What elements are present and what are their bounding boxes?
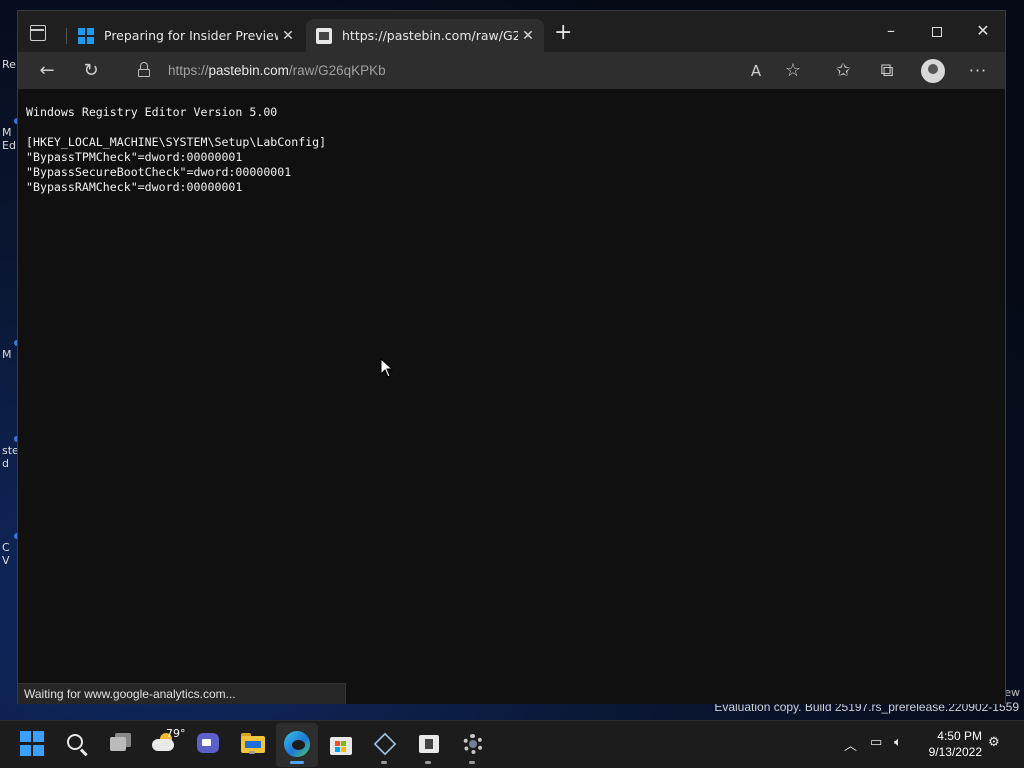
desktop-icon-label: Re	[2, 58, 16, 71]
profile-avatar-icon[interactable]	[921, 59, 945, 83]
chevron-up-icon[interactable]: ︿	[844, 735, 857, 754]
back-arrow-icon[interactable]: ←	[35, 59, 59, 83]
page-content: Windows Registry Editor Version 5.00 [HK…	[18, 91, 1005, 704]
tab-separator	[66, 28, 67, 44]
add-favorite-star-icon[interactable]: ☆	[781, 59, 805, 83]
raw-paste-text: Windows Registry Editor Version 5.00 [HK…	[26, 105, 326, 195]
clock-time: 4:50 PM	[937, 729, 982, 743]
url-scheme: https://	[168, 63, 209, 78]
search-icon[interactable]	[64, 731, 90, 757]
maximize-icon[interactable]	[914, 19, 960, 43]
tab-strip: Preparing for Insider Preview Bui ✕ http…	[18, 11, 1005, 52]
desktop-watermark-partial: ew	[1004, 686, 1020, 699]
url-host: pastebin.com	[208, 63, 289, 78]
paste-line: "BypassTPMCheck"=dword:00000001	[26, 150, 243, 164]
status-bar: Waiting for www.google-analytics.com...	[18, 683, 346, 704]
teams-chat-icon[interactable]	[196, 731, 222, 757]
paste-line: [HKEY_LOCAL_MACHINE\SYSTEM\Setup\LabConf…	[26, 135, 327, 149]
favorites-icon[interactable]: ✩	[831, 59, 855, 83]
url-path: /raw/G26qKPKb	[288, 63, 386, 78]
desktop-icon-label: M	[2, 348, 12, 361]
weather-temp: 79°	[166, 727, 186, 740]
edge-icon[interactable]	[284, 731, 310, 764]
close-tab-icon[interactable]: ✕	[278, 28, 298, 44]
desktop-icon-label: C V	[2, 541, 10, 567]
network-icon[interactable]: ▭	[870, 735, 882, 750]
task-view-icon[interactable]	[108, 731, 134, 757]
lock-icon[interactable]	[138, 62, 150, 78]
address-bar[interactable]: https://pastebin.com/raw/G26qKPKb	[118, 56, 838, 86]
tab-title: https://pastebin.com/raw/G26qK	[342, 28, 518, 43]
file-explorer-icon[interactable]	[240, 731, 266, 757]
mouse-cursor-icon	[380, 358, 394, 378]
paste-line: "BypassSecureBootCheck"=dword:00000001	[26, 165, 292, 179]
pastebin-icon	[316, 27, 332, 44]
url-text[interactable]: https://pastebin.com/raw/G26qKPKb	[168, 63, 386, 78]
taskbar: 79° ︿ ▭ 🔈︎ 4:50 PM 9/13/2022 ⚙	[0, 720, 1024, 768]
settings-gear-icon[interactable]	[460, 731, 486, 764]
refresh-icon[interactable]: ↻	[79, 59, 103, 83]
minimize-icon[interactable]: –	[868, 19, 914, 43]
package-app-icon[interactable]	[416, 731, 442, 764]
read-aloud-icon[interactable]: A	[744, 59, 768, 83]
close-tab-icon[interactable]: ✕	[518, 28, 538, 44]
paste-line	[26, 120, 326, 135]
more-options-icon[interactable]: ···	[966, 59, 990, 83]
collections-icon[interactable]: ⧉	[875, 59, 899, 83]
microsoft-store-icon[interactable]	[328, 731, 354, 757]
new-tab-icon[interactable]: +	[554, 22, 572, 44]
tab-pastebin-raw[interactable]: https://pastebin.com/raw/G26qK ✕	[306, 19, 544, 52]
volume-icon[interactable]: 🔈︎	[894, 735, 902, 750]
weather-widget-icon[interactable]: 79°	[152, 727, 186, 757]
windows-logo-icon	[78, 27, 94, 44]
paste-line: Windows Registry Editor Version 5.00	[26, 105, 278, 119]
tab-actions-icon[interactable]	[30, 25, 46, 41]
tab-title: Preparing for Insider Preview Bui	[104, 28, 278, 43]
clock-date: 9/13/2022	[928, 745, 982, 759]
virtualbox-icon[interactable]	[372, 731, 398, 764]
clock[interactable]: 4:50 PM 9/13/2022	[922, 728, 982, 760]
edge-browser-window: Preparing for Insider Preview Bui ✕ http…	[17, 10, 1006, 704]
paste-line: "BypassRAMCheck"=dword:00000001	[26, 180, 243, 194]
browser-toolbar: ← ↻ https://pastebin.com/raw/G26qKPKb A …	[18, 52, 1005, 90]
notification-icon[interactable]: ⚙	[988, 735, 1000, 750]
close-window-icon[interactable]: ✕	[960, 19, 1006, 43]
tab-insider-preview[interactable]: Preparing for Insider Preview Bui ✕	[68, 19, 304, 52]
start-menu-icon[interactable]	[20, 731, 46, 757]
desktop-icon-label: M Ed	[2, 126, 16, 152]
